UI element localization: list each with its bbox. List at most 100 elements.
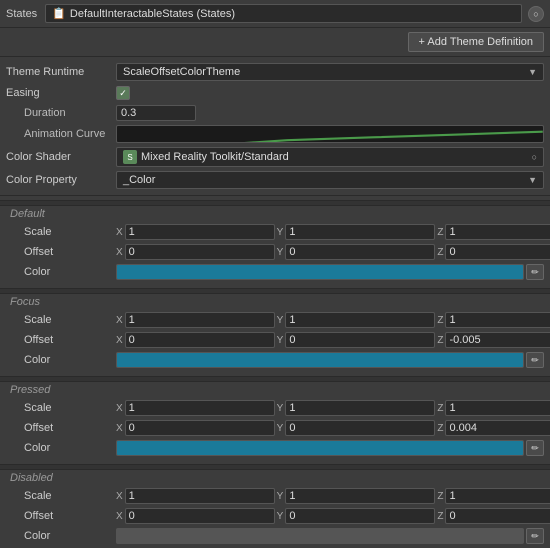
scale-x-label-default: X xyxy=(116,227,123,238)
offset-z-field-default: Z xyxy=(437,244,550,260)
offset-y-field-pressed: Y xyxy=(277,420,436,436)
animation-curve-widget[interactable] xyxy=(116,125,544,143)
offset-y-label-disabled: Y xyxy=(277,511,284,522)
easing-check-icon: ✓ xyxy=(119,88,127,99)
scale-z-input-focus[interactable] xyxy=(445,312,550,328)
scale-value-disabled: X Y Z xyxy=(116,488,550,504)
scale-x-input-disabled[interactable] xyxy=(125,488,275,504)
theme-runtime-text: ScaleOffsetColorTheme xyxy=(123,66,240,78)
scale-x-input-pressed[interactable] xyxy=(125,400,275,416)
scale-xyz-default: X Y Z xyxy=(116,224,550,240)
color-picker-button-default[interactable]: ✏ xyxy=(526,264,544,280)
color-property-label: Color Property xyxy=(6,174,116,186)
offset-x-input-default[interactable] xyxy=(125,244,275,260)
offset-y-input-disabled[interactable] xyxy=(285,508,435,524)
offset-row-default: Offset X Y Z xyxy=(0,242,550,262)
curve-display[interactable] xyxy=(116,125,544,143)
color-property-row: Color Property _Color ▼ xyxy=(0,169,550,191)
scale-x-input-focus[interactable] xyxy=(125,312,275,328)
theme-runtime-value: ScaleOffsetColorTheme ▼ xyxy=(116,63,544,81)
color-label-pressed: Color xyxy=(6,442,116,454)
scale-z-field-default: Z xyxy=(437,224,550,240)
offset-label-pressed: Offset xyxy=(6,422,116,434)
offset-x-input-pressed[interactable] xyxy=(125,420,275,436)
duration-value xyxy=(116,105,544,121)
scale-x-label-pressed: X xyxy=(116,403,123,414)
color-property-value: _Color ▼ xyxy=(116,171,544,189)
offset-y-input-default[interactable] xyxy=(285,244,435,260)
scale-x-field-disabled: X xyxy=(116,488,275,504)
offset-xyz-disabled: X Y Z xyxy=(116,508,550,524)
scale-row-pressed: Scale X Y Z xyxy=(0,398,550,418)
theme-runtime-dropdown[interactable]: ScaleOffsetColorTheme ▼ xyxy=(116,63,544,81)
offset-z-input-disabled[interactable] xyxy=(445,508,550,524)
states-value[interactable]: 📋 DefaultInteractableStates (States) xyxy=(45,4,522,23)
color-label-focus: Color xyxy=(6,354,116,366)
group-label-pressed: Pressed xyxy=(0,382,550,398)
scale-x-input-default[interactable] xyxy=(125,224,275,240)
color-shader-dropdown[interactable]: S Mixed Reality Toolkit/Standard ○ xyxy=(116,147,544,167)
scale-z-label-pressed: Z xyxy=(437,403,443,414)
scale-y-input-default[interactable] xyxy=(285,224,435,240)
scale-y-label-focus: Y xyxy=(277,315,284,326)
scale-z-input-pressed[interactable] xyxy=(445,400,550,416)
duration-input[interactable] xyxy=(116,105,196,121)
scale-z-field-pressed: Z xyxy=(437,400,550,416)
color-row-focus: Color ✏ xyxy=(0,350,550,370)
scale-xyz-pressed: X Y Z xyxy=(116,400,550,416)
scale-xyz-disabled: X Y Z xyxy=(116,488,550,504)
theme-runtime-arrow-icon: ▼ xyxy=(528,67,537,77)
offset-x-input-focus[interactable] xyxy=(125,332,275,348)
offset-x-field-pressed: X xyxy=(116,420,275,436)
scale-label-default: Scale xyxy=(6,226,116,238)
offset-z-input-focus[interactable] xyxy=(445,332,550,348)
offset-label-disabled: Offset xyxy=(6,510,116,522)
color-picker-button-pressed[interactable]: ✏ xyxy=(526,440,544,456)
easing-row: Easing ✓ xyxy=(0,83,550,103)
offset-row-focus: Offset X Y Z xyxy=(0,330,550,350)
scale-y-label-disabled: Y xyxy=(277,491,284,502)
offset-x-field-default: X xyxy=(116,244,275,260)
scale-y-input-pressed[interactable] xyxy=(285,400,435,416)
scale-value-default: X Y Z xyxy=(116,224,550,240)
color-bar-pressed[interactable] xyxy=(116,440,524,456)
offset-x-input-disabled[interactable] xyxy=(125,508,275,524)
color-bar-disabled[interactable] xyxy=(116,528,524,544)
scale-z-field-focus: Z xyxy=(437,312,550,328)
offset-z-input-pressed[interactable] xyxy=(445,420,550,436)
color-bar-focus[interactable] xyxy=(116,352,524,368)
group-label-focus: Focus xyxy=(0,294,550,310)
scale-z-input-default[interactable] xyxy=(445,224,550,240)
offset-z-input-default[interactable] xyxy=(445,244,550,260)
properties-section: Theme Runtime ScaleOffsetColorTheme ▼ Ea… xyxy=(0,57,550,196)
scale-x-field-default: X xyxy=(116,224,275,240)
easing-checkbox[interactable]: ✓ xyxy=(116,86,130,100)
offset-x-field-focus: X xyxy=(116,332,275,348)
easing-value: ✓ xyxy=(116,86,544,100)
scale-y-field-disabled: Y xyxy=(277,488,436,504)
group-section-pressed: Pressed Scale X Y Z xyxy=(0,372,550,460)
groups-container: Default Scale X Y Z xyxy=(0,196,550,548)
offset-y-label-default: Y xyxy=(277,247,284,258)
scale-y-input-focus[interactable] xyxy=(285,312,435,328)
color-value-focus: ✏ xyxy=(116,352,544,368)
offset-z-field-pressed: Z xyxy=(437,420,550,436)
add-theme-definition-button[interactable]: + Add Theme Definition xyxy=(408,32,544,52)
color-picker-row-default: ✏ xyxy=(116,264,544,280)
offset-y-input-pressed[interactable] xyxy=(285,420,435,436)
scale-y-input-disabled[interactable] xyxy=(285,488,435,504)
color-picker-button-focus[interactable]: ✏ xyxy=(526,352,544,368)
scale-z-input-disabled[interactable] xyxy=(445,488,550,504)
color-bar-default[interactable] xyxy=(116,264,524,280)
color-row-disabled: Color ✏ xyxy=(0,526,550,546)
color-picker-button-disabled[interactable]: ✏ xyxy=(526,528,544,544)
offset-x-label-focus: X xyxy=(116,335,123,346)
states-options-button[interactable]: ○ xyxy=(528,6,544,22)
offset-y-input-focus[interactable] xyxy=(285,332,435,348)
scale-y-label-default: Y xyxy=(277,227,284,238)
group-section-disabled: Disabled Scale X Y Z xyxy=(0,460,550,548)
color-property-dropdown[interactable]: _Color ▼ xyxy=(116,171,544,189)
scale-x-label-disabled: X xyxy=(116,491,123,502)
color-picker-row-disabled: ✏ xyxy=(116,528,544,544)
scale-label-focus: Scale xyxy=(6,314,116,326)
